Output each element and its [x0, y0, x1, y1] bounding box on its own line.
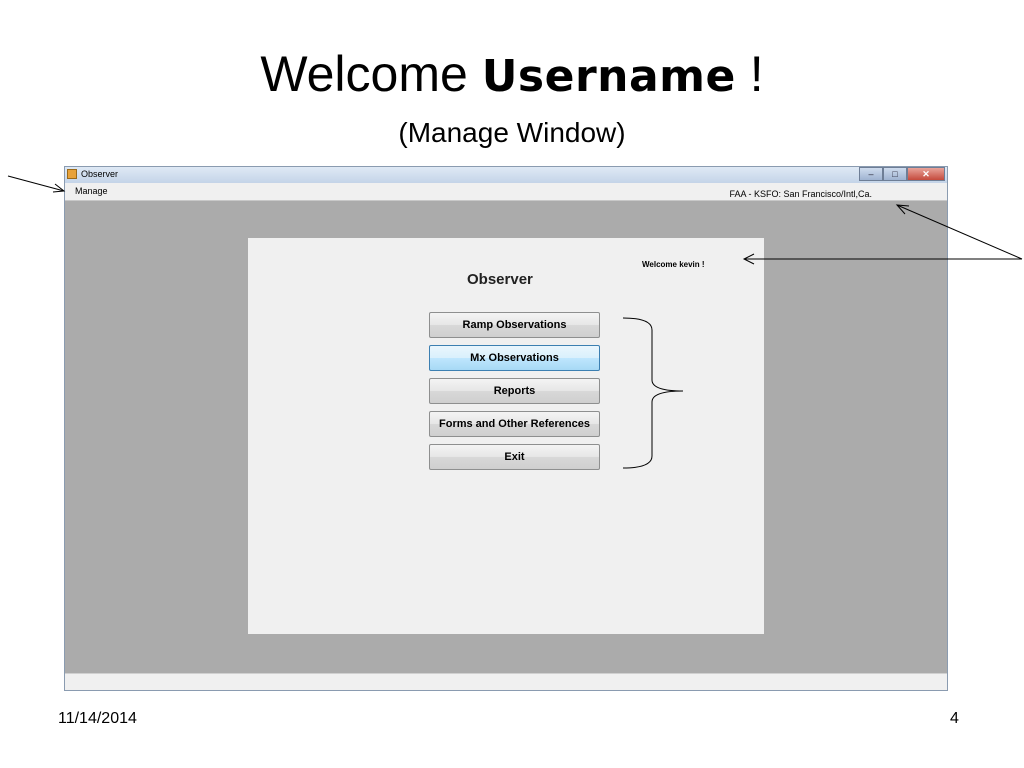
annotation-layer [7, 175, 1023, 469]
location-arrow [895, 204, 1023, 260]
buttons-bracket [622, 317, 684, 469]
manage-arrow [7, 175, 66, 193]
footer-date: 11/14/2014 [58, 710, 137, 727]
welcome-arrow [742, 253, 1022, 265]
page-number: 4 [950, 710, 959, 727]
